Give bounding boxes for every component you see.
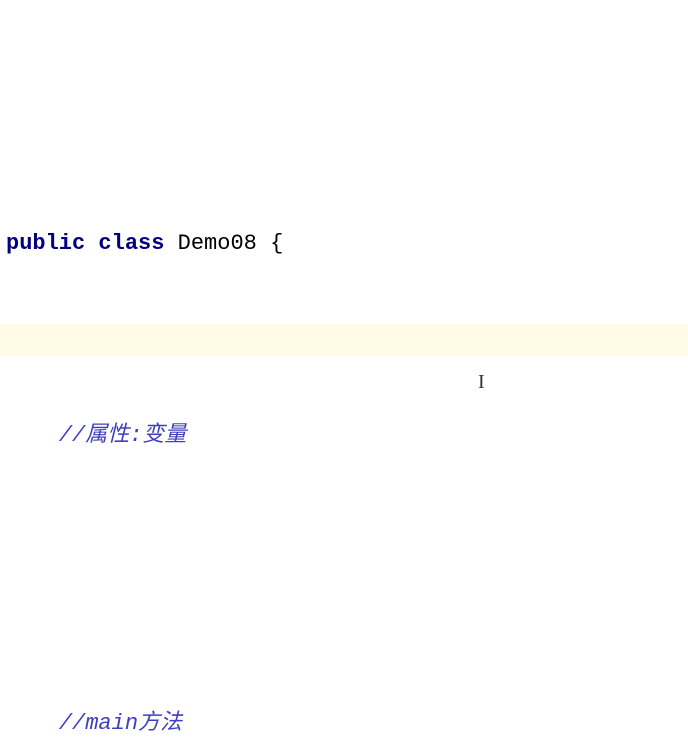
code-line: //属性:变量: [6, 420, 688, 452]
class-name: Demo08: [178, 231, 257, 256]
code-line: [6, 516, 688, 548]
code-line: [6, 612, 688, 644]
brace: {: [270, 231, 283, 256]
keyword-class: class: [98, 231, 164, 256]
code-line: public class Demo08 {: [6, 228, 688, 260]
code-line: [6, 324, 688, 356]
comment: //属性:变量: [59, 423, 187, 448]
code-line: //main方法: [6, 708, 688, 740]
comment: //main方法: [59, 711, 182, 736]
mouse-text-cursor-icon: I: [478, 366, 485, 398]
keyword-public: public: [6, 231, 85, 256]
code-content: public class Demo08 { //属性:变量 //main方法 p…: [6, 164, 688, 751]
code-editor[interactable]: public class Demo08 { //属性:变量 //main方法 p…: [0, 0, 688, 751]
